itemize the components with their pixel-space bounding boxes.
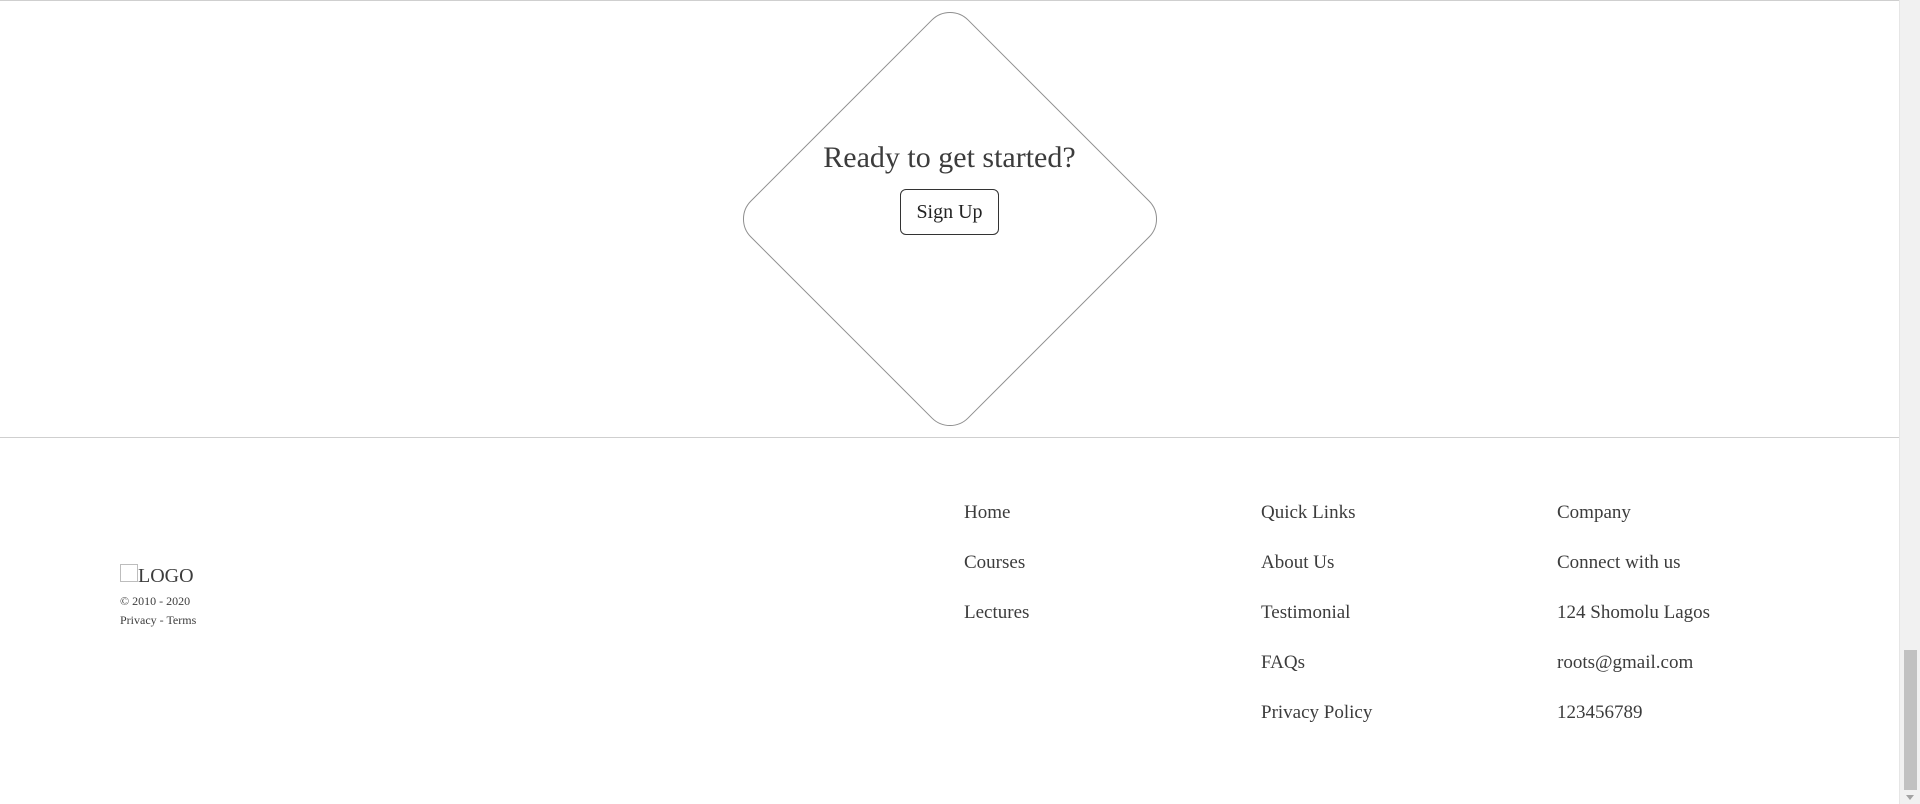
footer-link-testimonial[interactable]: Testimonial xyxy=(1261,602,1372,624)
footer-link-privacy-policy[interactable]: Privacy Policy xyxy=(1261,702,1372,724)
footer-column-quick-links: Quick Links About Us Testimonial FAQs Pr… xyxy=(1261,502,1372,752)
privacy-link[interactable]: Privacy xyxy=(120,613,157,627)
scroll-down-arrow-icon[interactable] xyxy=(1906,795,1914,800)
terms-link[interactable]: Terms xyxy=(166,613,196,627)
footer-link-connect[interactable]: Connect with us xyxy=(1557,552,1710,574)
footer-divider xyxy=(0,437,1899,438)
legal-links: Privacy - Terms xyxy=(120,613,196,628)
vertical-scrollbar[interactable] xyxy=(1899,0,1920,804)
footer-email[interactable]: roots@gmail.com xyxy=(1557,652,1710,674)
footer-link-about-us[interactable]: About Us xyxy=(1261,552,1372,574)
footer-link-courses[interactable]: Courses xyxy=(964,552,1029,574)
cta-section: Ready to get started? Sign Up xyxy=(0,1,1899,437)
sign-up-button[interactable]: Sign Up xyxy=(900,189,999,235)
logo-image-icon xyxy=(120,564,138,582)
logo-text: LOGO xyxy=(138,565,194,587)
footer-column-main-nav: Home Courses Lectures xyxy=(964,502,1029,652)
footer-link-faqs[interactable]: FAQs xyxy=(1261,652,1372,674)
footer-column-company: Company Connect with us 124 Shomolu Lago… xyxy=(1557,502,1710,752)
footer-link-company[interactable]: Company xyxy=(1557,502,1710,524)
legal-separator: - xyxy=(156,613,167,627)
scrollbar-thumb[interactable] xyxy=(1904,650,1917,790)
footer-address: 124 Shomolu Lagos xyxy=(1557,602,1711,623)
cta-title: Ready to get started? xyxy=(823,141,1076,174)
footer-link-lectures[interactable]: Lectures xyxy=(964,602,1029,624)
logo[interactable]: LOGO xyxy=(120,562,196,586)
footer-brand: LOGO © 2010 - 2020 Privacy - Terms xyxy=(120,562,196,628)
footer-link-home[interactable]: Home xyxy=(964,502,1029,524)
footer-link-quick-links[interactable]: Quick Links xyxy=(1261,502,1372,524)
page: Ready to get started? Sign Up LOGO © 201… xyxy=(0,0,1920,804)
footer-phone: 123456789 xyxy=(1557,702,1643,723)
copyright-text: © 2010 - 2020 xyxy=(120,594,191,608)
